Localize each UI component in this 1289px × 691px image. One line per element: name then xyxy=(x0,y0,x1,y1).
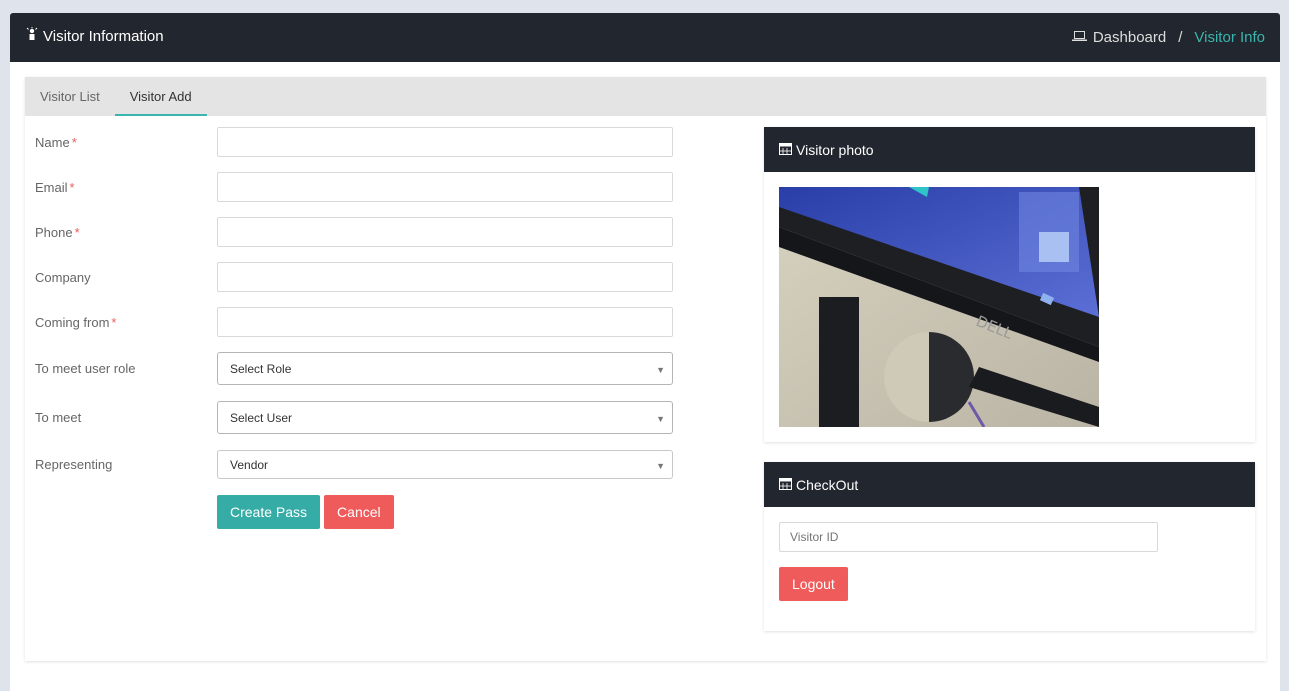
visitor-photo: DELL xyxy=(779,187,1099,427)
top-header: Visitor Information Dashboard / Visitor … xyxy=(10,13,1280,62)
visitor-card: Visitor List Visitor Add Name * Email * Ph… xyxy=(25,77,1266,661)
visitor-id-input[interactable] xyxy=(779,522,1158,552)
role-row: To meet user role Select Role ▼ xyxy=(35,352,673,385)
required-mark: * xyxy=(71,134,77,150)
page-title-text: Visitor Information xyxy=(43,27,164,45)
cancel-button[interactable]: Cancel xyxy=(324,495,394,529)
meet-select[interactable]: Select User ▼ xyxy=(217,401,673,434)
company-row: Company xyxy=(35,262,673,292)
checkout-panel: CheckOut Logout xyxy=(764,462,1255,631)
calendar-icon xyxy=(779,142,792,158)
dropdown-arrow-icon: ▼ xyxy=(656,460,665,471)
email-label: Email * xyxy=(35,179,75,195)
company-label: Company xyxy=(35,269,91,285)
required-mark: * xyxy=(69,179,75,195)
visitor-photo-header: Visitor photo xyxy=(764,127,1255,172)
visitor-photo-panel: Visitor photo DELL xyxy=(764,127,1255,442)
name-label: Name * xyxy=(35,134,77,150)
coming-from-input[interactable] xyxy=(217,307,673,337)
page-title: Visitor Information xyxy=(26,27,164,45)
logout-button[interactable]: Logout xyxy=(779,567,848,601)
representing-select[interactable]: Vendor ▼ xyxy=(217,450,673,479)
meet-select-value: Select User xyxy=(230,410,293,425)
laptop-icon xyxy=(1071,29,1087,46)
breadcrumb-current: Visitor Info xyxy=(1194,29,1265,46)
coming-from-label: Coming from * xyxy=(35,314,117,330)
breadcrumb: Dashboard / Visitor Info xyxy=(1071,29,1265,46)
form-actions: Create Pass Cancel xyxy=(217,495,394,529)
coming-from-row: Coming from * xyxy=(35,307,673,337)
role-select[interactable]: Select Role ▼ xyxy=(217,352,673,385)
calendar-icon xyxy=(779,477,792,493)
visitor-photo-title: Visitor photo xyxy=(796,141,874,158)
name-input[interactable] xyxy=(217,127,673,157)
dropdown-arrow-icon: ▼ xyxy=(656,364,665,375)
representing-row: Representing Vendor ▼ xyxy=(35,450,673,479)
email-input[interactable] xyxy=(217,172,673,202)
checkout-header: CheckOut xyxy=(764,462,1255,507)
phone-input[interactable] xyxy=(217,217,673,247)
email-row: Email * xyxy=(35,172,673,202)
breadcrumb-dashboard[interactable]: Dashboard xyxy=(1093,29,1166,46)
meet-row: To meet Select User ▼ xyxy=(35,401,673,434)
meet-label: To meet xyxy=(35,410,82,425)
tab-visitor-list[interactable]: Visitor List xyxy=(25,77,115,116)
checkout-title: CheckOut xyxy=(796,476,859,493)
required-mark: * xyxy=(111,314,117,330)
breadcrumb-separator: / xyxy=(1178,29,1183,46)
name-row: Name * xyxy=(35,127,673,157)
visitor-icon xyxy=(26,27,38,45)
company-input[interactable] xyxy=(217,262,673,292)
required-mark: * xyxy=(74,224,80,240)
tab-visitor-add[interactable]: Visitor Add xyxy=(114,77,207,116)
phone-row: Phone * xyxy=(35,217,673,247)
representing-select-value: Vendor xyxy=(230,457,269,472)
representing-label: Representing xyxy=(35,457,113,472)
role-select-value: Select Role xyxy=(230,361,292,376)
tab-bar: Visitor List Visitor Add xyxy=(25,77,1266,116)
phone-label: Phone * xyxy=(35,224,80,240)
dropdown-arrow-icon: ▼ xyxy=(656,413,665,424)
role-label: To meet user role xyxy=(35,361,136,376)
page-container: Visitor Information Dashboard / Visitor … xyxy=(10,13,1280,691)
create-pass-button[interactable]: Create Pass xyxy=(217,495,321,529)
